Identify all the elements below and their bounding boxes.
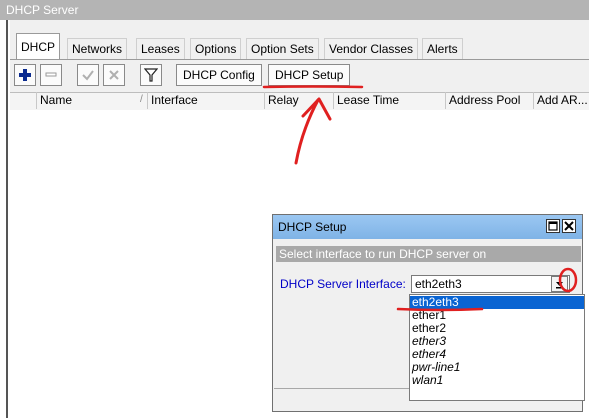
tab-vendor-classes[interactable]: Vendor Classes (324, 38, 419, 60)
column-header-add-arp[interactable]: Add AR... (533, 92, 589, 109)
interface-field-label: DHCP Server Interface: (280, 277, 406, 291)
interface-select[interactable]: eth2eth3 (411, 275, 570, 293)
dialog-title-bar[interactable]: DHCP Setup (273, 215, 582, 239)
cross-icon (109, 70, 119, 80)
maximize-icon (548, 221, 558, 231)
tab-dhcp[interactable]: DHCP (16, 33, 61, 60)
plus-icon (19, 69, 31, 81)
column-header-name[interactable]: Name (36, 92, 147, 109)
close-button[interactable] (562, 219, 576, 233)
sort-indicator-icon: / (140, 94, 143, 105)
column-header-lease-time[interactable]: Lease Time (333, 92, 445, 109)
column-header-relay[interactable]: Relay (264, 92, 333, 109)
dhcp-config-button[interactable]: DHCP Config (176, 64, 262, 86)
window-left-border (0, 20, 8, 418)
minus-icon (45, 72, 57, 77)
tab-strip-divider (10, 59, 589, 60)
window-title-bar[interactable]: DHCP Server (0, 0, 589, 20)
interface-dropdown-button[interactable] (551, 276, 568, 292)
column-header-address-pool[interactable]: Address Pool (445, 92, 533, 109)
dialog-title: DHCP Setup (278, 220, 347, 234)
column-header-flags[interactable] (10, 92, 36, 109)
remove-button[interactable] (40, 64, 62, 86)
filter-icon (144, 68, 158, 82)
dialog-instruction: Select interface to run DHCP server on (279, 247, 487, 261)
tab-options[interactable]: Options (190, 38, 242, 60)
maximize-button[interactable] (546, 219, 560, 233)
close-icon (564, 221, 574, 231)
add-button[interactable] (14, 64, 36, 86)
check-icon (82, 70, 94, 81)
tab-option-sets[interactable]: Option Sets (246, 38, 319, 60)
tab-networks[interactable]: Networks (67, 38, 128, 60)
column-header-interface[interactable]: Interface (147, 92, 264, 109)
tab-leases[interactable]: Leases (136, 38, 185, 60)
chevron-down-icon (556, 282, 563, 289)
dropdown-option-wlan1[interactable]: wlan1 (410, 374, 584, 387)
tab-alerts[interactable]: Alerts (422, 38, 463, 60)
filter-button[interactable] (140, 64, 162, 86)
interface-select-value: eth2eth3 (415, 277, 462, 291)
enable-button[interactable] (77, 64, 99, 86)
dialog-instruction-banner: Select interface to run DHCP server on (276, 246, 581, 262)
window-title: DHCP Server (6, 3, 79, 17)
disable-button[interactable] (103, 64, 125, 86)
dhcp-setup-button[interactable]: DHCP Setup (268, 64, 351, 86)
